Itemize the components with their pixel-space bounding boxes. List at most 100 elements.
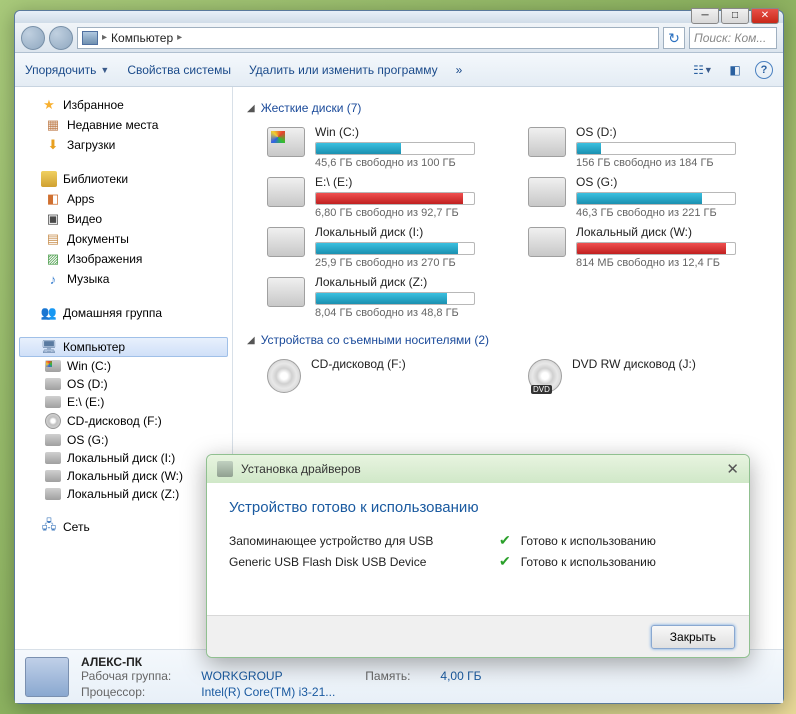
chevron-right-icon: ▸ [102, 32, 107, 43]
section-hard-drives[interactable]: ◢Жесткие диски (7) [247, 101, 769, 115]
back-button[interactable] [21, 26, 45, 50]
tree-homegroup[interactable]: 👥Домашняя группа [19, 303, 228, 323]
video-icon: ▣ [45, 211, 61, 227]
computer-large-icon [25, 657, 69, 697]
driver-install-popup: Установка драйверов ✕ Устройство готово … [206, 454, 750, 658]
tree-drive-g[interactable]: OS (G:) [19, 431, 228, 449]
drive-free-text: 45,6 ГБ свободно из 100 ГБ [315, 157, 508, 169]
tree-documents[interactable]: ▤Документы [19, 229, 228, 249]
drive-icon [267, 277, 305, 307]
drive-item[interactable]: Локальный диск (I:) 25,9 ГБ свободно из … [267, 225, 508, 269]
drive-icon [45, 452, 61, 464]
tree-favorites[interactable]: ★Избранное [19, 95, 228, 115]
toolbar-overflow[interactable]: » [456, 63, 463, 77]
computer-icon [82, 31, 98, 45]
system-properties-button[interactable]: Свойства системы [127, 63, 231, 77]
apps-icon: ◧ [45, 191, 61, 207]
capacity-bar [315, 242, 475, 255]
tree-drive-z[interactable]: Локальный диск (Z:) [19, 485, 228, 503]
libraries-icon [41, 171, 57, 187]
drive-item[interactable]: Локальный диск (W:) 814 МБ свободно из 1… [528, 225, 769, 269]
drive-name: Локальный диск (Z:) [315, 275, 508, 289]
installer-icon [217, 461, 233, 477]
refresh-button[interactable]: ↻ [663, 27, 685, 49]
tree-drive-e[interactable]: E:\ (E:) [19, 393, 228, 411]
drive-icon [45, 488, 61, 500]
drive-icon [528, 227, 566, 257]
breadcrumb-item[interactable]: Компьютер [111, 31, 173, 45]
chevron-down-icon: ▼ [100, 65, 109, 75]
drive-icon [528, 177, 566, 207]
drive-icon [267, 127, 305, 157]
star-icon: ★ [41, 97, 57, 113]
tree-computer[interactable]: 🖥Компьютер [19, 337, 228, 357]
drive-name: Win (C:) [315, 125, 508, 139]
preview-pane-button[interactable]: ◧ [723, 59, 747, 81]
drive-icon [45, 470, 61, 482]
view-options-button[interactable]: ☷▼ [691, 59, 715, 81]
drive-free-text: 46,3 ГБ свободно из 221 ГБ [576, 207, 769, 219]
uninstall-program-button[interactable]: Удалить или изменить программу [249, 63, 438, 77]
popup-device-name: Запоминающее устройство для USB [229, 534, 489, 548]
removable-name: CD-дисковод (F:) [311, 357, 508, 371]
tree-images[interactable]: ▨Изображения [19, 249, 228, 269]
drive-icon [45, 396, 61, 408]
drive-icon [45, 360, 61, 372]
cd-icon [267, 359, 301, 393]
drive-item[interactable]: Win (C:) 45,6 ГБ свободно из 100 ГБ [267, 125, 508, 169]
music-icon: ♪ [45, 271, 61, 287]
removable-item[interactable]: DVD RW дисковод (J:) [528, 357, 769, 393]
drive-free-text: 156 ГБ свободно из 184 ГБ [576, 157, 769, 169]
drive-icon [267, 177, 305, 207]
drive-item[interactable]: OS (D:) 156 ГБ свободно из 184 ГБ [528, 125, 769, 169]
drive-name: Локальный диск (W:) [576, 225, 769, 239]
popup-close-action-button[interactable]: Закрыть [651, 625, 735, 649]
capacity-bar [576, 192, 736, 205]
drive-item[interactable]: E:\ (E:) 6,80 ГБ свободно из 92,7 ГБ [267, 175, 508, 219]
popup-titlebar[interactable]: Установка драйверов ✕ [207, 455, 749, 483]
documents-icon: ▤ [45, 231, 61, 247]
drive-icon [267, 227, 305, 257]
tree-apps[interactable]: ◧Apps [19, 189, 228, 209]
tree-drive-c[interactable]: Win (C:) [19, 357, 228, 375]
drive-item[interactable]: OS (G:) 46,3 ГБ свободно из 221 ГБ [528, 175, 769, 219]
close-button[interactable]: ✕ [751, 8, 779, 24]
popup-heading: Устройство готово к использованию [229, 499, 727, 516]
tree-drive-d[interactable]: OS (D:) [19, 375, 228, 393]
breadcrumb[interactable]: ▸ Компьютер ▸ [77, 27, 659, 49]
titlebar[interactable]: ─ □ ✕ [15, 11, 783, 23]
cd-icon [45, 413, 61, 429]
section-removable[interactable]: ◢Устройства со съемными носителями (2) [247, 333, 769, 347]
tree-downloads[interactable]: ⬇Загрузки [19, 135, 228, 155]
drive-name: Локальный диск (I:) [315, 225, 508, 239]
drive-name: OS (D:) [576, 125, 769, 139]
tree-video[interactable]: ▣Видео [19, 209, 228, 229]
drive-name: OS (G:) [576, 175, 769, 189]
network-icon: 🖧 [41, 519, 57, 535]
tree-libraries[interactable]: Библиотеки [19, 169, 228, 189]
drive-item[interactable]: Локальный диск (Z:) 8,04 ГБ свободно из … [267, 275, 508, 319]
drive-name: E:\ (E:) [315, 175, 508, 189]
tree-music[interactable]: ♪Музыка [19, 269, 228, 289]
tree-network[interactable]: 🖧Сеть [19, 517, 228, 537]
help-button[interactable]: ? [755, 61, 773, 79]
tree-recent-places[interactable]: ▦Недавние места [19, 115, 228, 135]
tree-drive-f[interactable]: CD-дисковод (F:) [19, 411, 228, 431]
details-workgroup-label: Рабочая группа: [81, 669, 171, 683]
search-input[interactable]: Поиск: Ком... [689, 27, 777, 49]
computer-icon: 🖥 [41, 339, 57, 355]
popup-close-button[interactable]: ✕ [726, 460, 739, 478]
maximize-button[interactable]: □ [721, 8, 749, 24]
removable-item[interactable]: CD-дисковод (F:) [267, 357, 508, 393]
capacity-bar [576, 242, 736, 255]
tree-drive-w[interactable]: Локальный диск (W:) [19, 467, 228, 485]
organize-menu[interactable]: Упорядочить▼ [25, 63, 109, 77]
minimize-button[interactable]: ─ [691, 8, 719, 24]
popup-device-name: Generic USB Flash Disk USB Device [229, 555, 489, 569]
toolbar: Упорядочить▼ Свойства системы Удалить ил… [15, 53, 783, 87]
dvd-icon [528, 359, 562, 393]
tree-drive-i[interactable]: Локальный диск (I:) [19, 449, 228, 467]
forward-button[interactable] [49, 26, 73, 50]
capacity-bar [315, 292, 475, 305]
popup-device-status: Готово к использованию [521, 555, 656, 569]
